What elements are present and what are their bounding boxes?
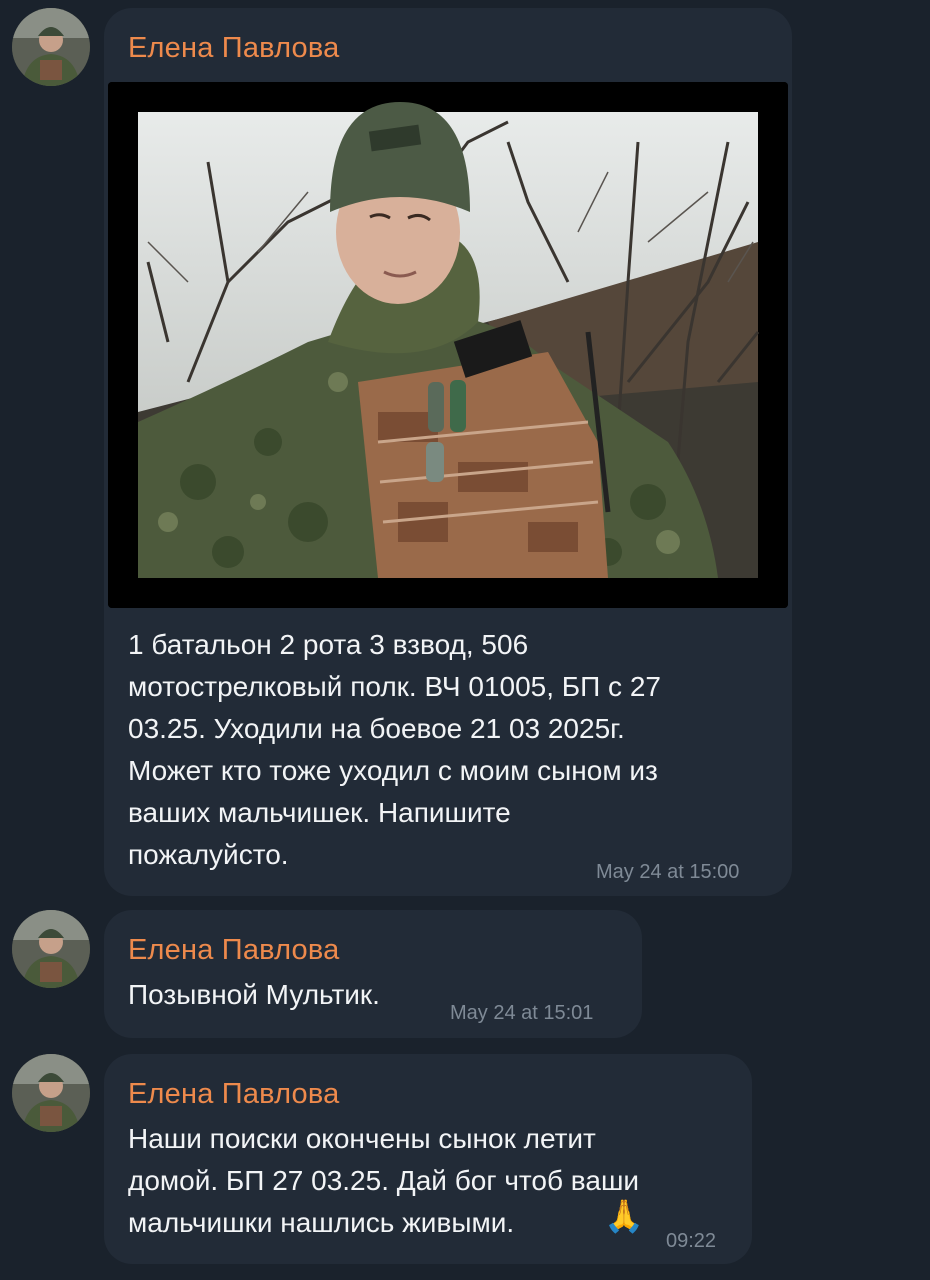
- soldier-avatar-icon: [12, 8, 90, 86]
- folded-hands-emoji: 🙏: [604, 1198, 644, 1234]
- message-time: May 24 at 15:00: [596, 861, 740, 883]
- message-text: Позывной Мультик.: [128, 979, 380, 1010]
- soldier-avatar-icon: [12, 910, 90, 988]
- message-bubble[interactable]: Елена Павлова Позывной Мультик. May 24 a…: [104, 910, 642, 1038]
- soldier-avatar-icon: [12, 1054, 90, 1132]
- soldier-photo-image: [108, 82, 788, 608]
- message-photo[interactable]: [108, 82, 788, 608]
- message-time: 09:22: [666, 1230, 717, 1252]
- sender-name[interactable]: Елена Павлова: [128, 934, 340, 967]
- sender-avatar[interactable]: [12, 8, 90, 86]
- sender-name[interactable]: Елена Павлова: [128, 32, 340, 65]
- sender-avatar[interactable]: [12, 1054, 90, 1132]
- message-bubble[interactable]: Елена Павлова 1 батальон 2 рота 3 взвод,…: [104, 8, 792, 896]
- message-bubble[interactable]: Елена Павлова Наши поиски окончены сынок…: [104, 1054, 752, 1264]
- message-text: 1 батальон 2 рота 3 взвод, 506 мотострел…: [128, 629, 661, 870]
- message-text: Наши поиски окончены сынок летит домой. …: [128, 1123, 640, 1238]
- sender-name[interactable]: Елена Павлова: [128, 1078, 340, 1111]
- chat-view: Елена Павлова 1 батальон 2 рота 3 взвод,…: [0, 0, 930, 1280]
- sender-avatar[interactable]: [12, 910, 90, 988]
- message-time: May 24 at 15:01: [450, 1002, 594, 1024]
